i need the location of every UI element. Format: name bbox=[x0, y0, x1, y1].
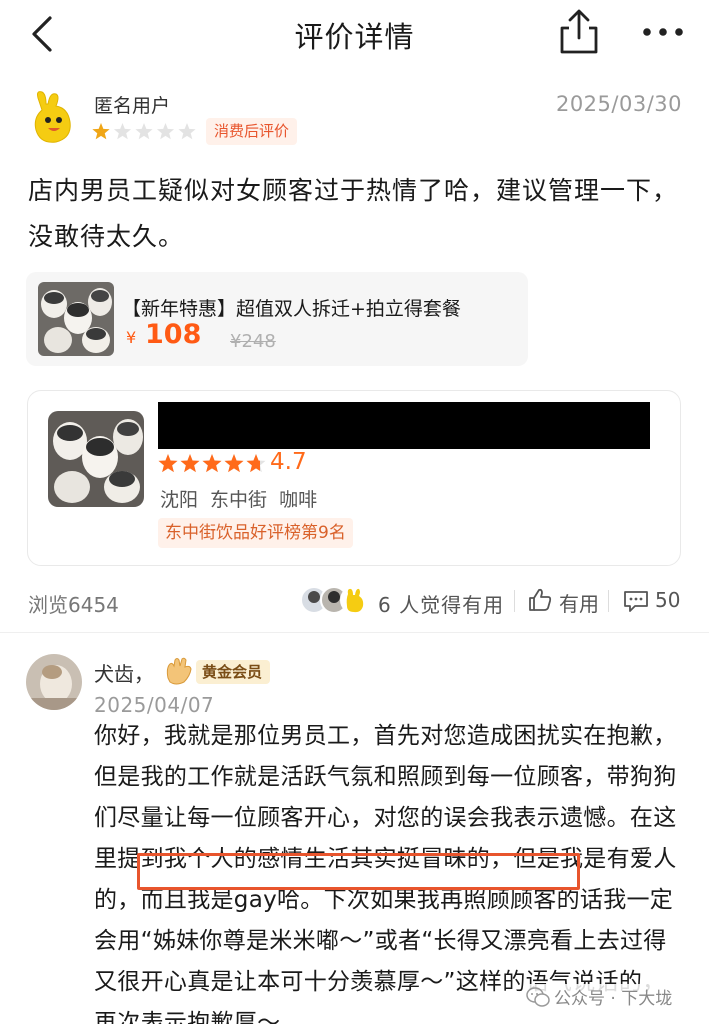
reply-avatar[interactable] bbox=[26, 654, 82, 710]
review-star-rating bbox=[92, 122, 202, 142]
star-empty bbox=[135, 123, 153, 140]
more-button[interactable] bbox=[640, 14, 686, 50]
page-title: 评价详情 bbox=[294, 20, 415, 54]
comment-count: 50 bbox=[655, 588, 681, 612]
shop-star-rating bbox=[158, 453, 268, 481]
shop-name-redacted bbox=[158, 402, 650, 449]
highlight-box bbox=[137, 853, 580, 890]
helpful-user-avatars bbox=[300, 584, 370, 616]
section-divider bbox=[0, 632, 709, 633]
review-text: 店内男员工疑似对女顾客过于热情了哈，建议管理一下，没敢待太久。 bbox=[28, 176, 679, 251]
share-icon bbox=[560, 9, 598, 54]
deal-thumbnail bbox=[38, 282, 114, 356]
post-consumption-badge: 消费后评价 bbox=[206, 118, 298, 145]
star-empty bbox=[156, 123, 175, 140]
review-detail-page: 评价详情 匿名用户 2025/03/30 消费后评价 店内男员工疑似对女顾客过于… bbox=[0, 0, 709, 1024]
more-icon bbox=[643, 28, 683, 36]
gold-member-label: 黄金会员 bbox=[196, 660, 270, 684]
useful-label: 有用 bbox=[559, 592, 599, 616]
stats-divider bbox=[608, 590, 609, 612]
top-bar: 评价详情 bbox=[0, 0, 709, 66]
deal-original-price: ¥248 bbox=[230, 331, 276, 352]
thumbs-up-icon bbox=[529, 588, 552, 611]
star-filled bbox=[202, 454, 222, 473]
avatar[interactable] bbox=[28, 90, 78, 146]
helpful-count: 6 人觉得有用 bbox=[378, 593, 505, 617]
star-empty bbox=[113, 123, 132, 140]
star-empty bbox=[178, 123, 196, 140]
reviewer-name: 匿名用户 bbox=[94, 95, 171, 117]
gold-member-hand-icon bbox=[166, 657, 192, 685]
deal-card[interactable]: 【新年特惠】超值双人拆迁+拍立得套餐 ¥ 108 ¥248 bbox=[26, 272, 528, 366]
shop-card[interactable]: 4.7 沈阳 东中街 咖啡 东中街饮品好评榜第9名 bbox=[27, 390, 681, 566]
comment-button[interactable]: 50 bbox=[623, 586, 683, 616]
deal-currency: ¥ bbox=[126, 328, 137, 347]
shop-thumbnail bbox=[48, 411, 144, 507]
anonymous-mascot-icon bbox=[34, 91, 71, 143]
review-date: 2025/03/30 bbox=[555, 92, 682, 116]
view-count: 浏览6454 bbox=[28, 593, 119, 617]
wechat-icon bbox=[526, 987, 550, 1007]
star-filled bbox=[224, 454, 244, 473]
shop-rating-value: 4.7 bbox=[270, 449, 307, 475]
watermark: 公众号 · 下大垅 bbox=[526, 984, 673, 1012]
star-filled bbox=[180, 454, 200, 473]
shop-rank-badge[interactable]: 东中街饮品好评榜第9名 bbox=[158, 518, 353, 548]
deal-title: 【新年特惠】超值双人拆迁+拍立得套餐 bbox=[122, 298, 461, 320]
star-filled bbox=[158, 454, 178, 473]
stats-divider bbox=[514, 590, 515, 612]
star-filled bbox=[92, 123, 110, 140]
shop-location: 沈阳 东中街 咖啡 bbox=[160, 489, 318, 511]
reply-date: 2025/04/07 bbox=[94, 693, 215, 717]
comment-icon bbox=[624, 591, 648, 612]
gold-member-badge: 黄金会员 bbox=[160, 656, 270, 688]
share-button[interactable] bbox=[557, 8, 601, 56]
watermark-text: 公众号 · 下大垅 bbox=[554, 989, 673, 1009]
reply-author-name: 犬齿， bbox=[94, 662, 154, 686]
deal-price: 108 bbox=[145, 319, 202, 350]
